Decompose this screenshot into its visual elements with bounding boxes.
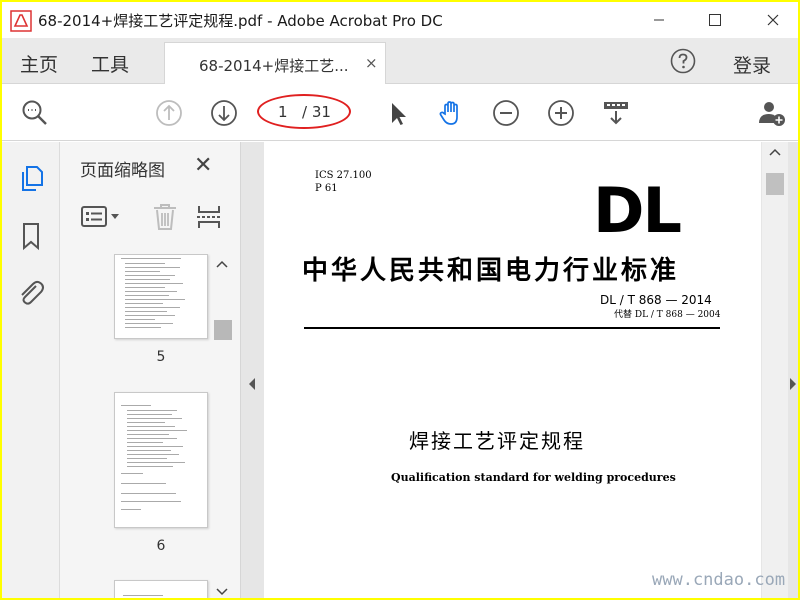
- prev-page-icon[interactable]: [154, 98, 184, 128]
- menu-tools[interactable]: 工具: [91, 50, 129, 77]
- help-icon[interactable]: [669, 47, 697, 75]
- maximize-icon: [709, 14, 721, 26]
- thumbnail-list[interactable]: 5 6: [60, 254, 211, 598]
- pdf-page[interactable]: [264, 142, 761, 598]
- title-bar: 68-2014+焊接工艺评定规程.pdf - Adobe Acrobat Pro…: [2, 2, 798, 38]
- add-user-icon[interactable]: [757, 98, 787, 128]
- document-scrollbar-thumb[interactable]: [766, 173, 784, 195]
- app-logo-icon: [10, 10, 32, 32]
- annotation-ellipse: [257, 94, 351, 129]
- panel-close-button[interactable]: ✕: [194, 153, 212, 178]
- search-icon[interactable]: [20, 98, 50, 128]
- minimize-button[interactable]: [636, 2, 682, 38]
- delete-icon[interactable]: [150, 202, 180, 232]
- login-button[interactable]: 登录: [733, 51, 771, 78]
- collapse-left-panel-icon[interactable]: [247, 377, 257, 391]
- thumbnail-page-7[interactable]: [114, 580, 208, 598]
- close-icon: [767, 14, 779, 26]
- select-cursor-icon[interactable]: [383, 98, 413, 128]
- minimize-icon: [654, 19, 664, 21]
- thumbnail-panel: 页面缩略图 ✕ 5 6: [60, 142, 241, 598]
- next-page-icon[interactable]: [209, 98, 239, 128]
- site-watermark: www.cndao.com: [652, 570, 786, 590]
- menu-home[interactable]: 主页: [20, 50, 58, 77]
- dl-logo: DL: [593, 174, 682, 247]
- scroll-up-icon[interactable]: [216, 260, 228, 268]
- thumbnail-scrollbar[interactable]: [211, 254, 232, 598]
- panel-title: 页面缩略图: [80, 161, 165, 181]
- standard-title: 中华人民共和国电力行业标准: [302, 256, 680, 286]
- thumbnail-page-5[interactable]: [114, 254, 208, 339]
- close-window-button[interactable]: [750, 2, 796, 38]
- document-title-en: Qualification standard for welding proce…: [391, 471, 676, 484]
- page-display-icon[interactable]: [601, 98, 631, 128]
- hand-tool-icon[interactable]: [436, 98, 466, 128]
- collapse-right-panel-icon[interactable]: [788, 377, 798, 391]
- document-scrollbar[interactable]: [762, 142, 788, 598]
- ics-code: ICS 27.100 P 61: [315, 169, 372, 195]
- document-tab-close-button[interactable]: ×: [365, 54, 378, 72]
- thumbnail-page-number: 6: [156, 538, 166, 554]
- document-tab-label: 68-2014+焊接工艺...: [199, 57, 349, 75]
- standard-number: DL / T 868 — 2014: [600, 293, 712, 307]
- extract-icon[interactable]: [194, 202, 224, 232]
- ics-number: ICS 27.100: [315, 170, 372, 181]
- window-title: 68-2014+焊接工艺评定规程.pdf - Adobe Acrobat Pro…: [38, 12, 443, 30]
- thumbnail-page-6[interactable]: [114, 392, 208, 528]
- acrobat-window: 68-2014+焊接工艺评定规程.pdf - Adobe Acrobat Pro…: [2, 2, 798, 598]
- zoom-in-icon[interactable]: [546, 98, 576, 128]
- scroll-down-icon[interactable]: [216, 588, 228, 596]
- document-tab[interactable]: 68-2014+焊接工艺... ×: [164, 42, 386, 85]
- maximize-button[interactable]: [692, 2, 738, 38]
- thumbnail-page-number: 5: [156, 349, 166, 365]
- document-title-cn: 焊接工艺评定规程: [409, 429, 585, 453]
- classification-code: P 61: [315, 183, 338, 194]
- main-toolbar: 1 / 31: [2, 84, 798, 141]
- replaces-standard: 代替 DL / T 868 — 2004: [614, 310, 721, 320]
- thumbnail-scrollbar-thumb[interactable]: [214, 320, 232, 340]
- attachment-icon[interactable]: [16, 278, 46, 308]
- header-rule: [304, 327, 720, 329]
- thumbnails-icon[interactable]: [16, 163, 46, 193]
- zoom-out-icon[interactable]: [491, 98, 521, 128]
- bookmark-icon[interactable]: [16, 221, 46, 251]
- doc-scroll-up-icon[interactable]: [769, 148, 781, 156]
- menu-tab-bar: 主页 工具 68-2014+焊接工艺... × 登录: [2, 38, 798, 85]
- left-navigation-rail: [2, 142, 60, 598]
- thumbnail-options-icon[interactable]: [80, 202, 124, 232]
